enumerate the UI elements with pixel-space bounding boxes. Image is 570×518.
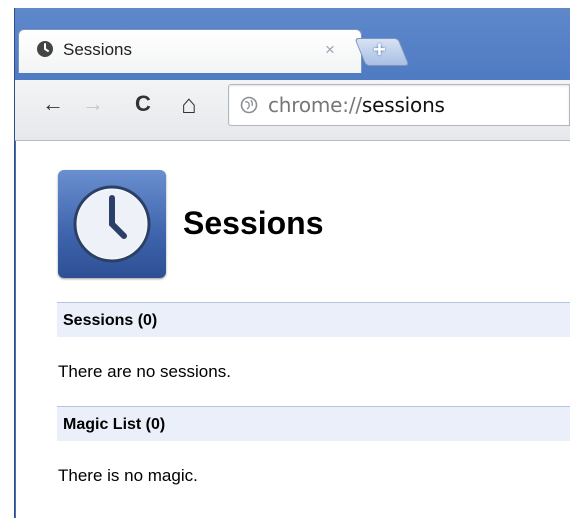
magic-empty-message: There is no magic. [58,466,198,485]
reload-icon[interactable]: C [130,91,156,117]
home-icon[interactable]: ⌂ [176,91,202,117]
section-header-sessions: Sessions (0) [57,302,570,337]
globe-icon [240,96,258,114]
back-icon[interactable]: ← [40,91,66,117]
forward-icon[interactable]: → [80,91,106,117]
clock-icon [73,185,151,263]
tab-close-icon[interactable]: × [325,40,335,60]
page-title: Sessions [183,205,324,241]
section-title: Sessions (0) [63,312,158,329]
sessions-empty-message: There are no sessions. [58,362,231,381]
url-path: sessions [361,93,445,117]
sessions-page-icon [58,170,166,278]
plus-icon[interactable]: + [373,37,386,63]
section-header-magic-list: Magic List (0) [57,406,570,441]
url-scheme: chrome:// [268,93,362,117]
address-text[interactable]: chrome://sessions [268,93,445,117]
clock-icon [37,41,53,57]
section-title: Magic List (0) [63,416,166,433]
tab-title: Sessions [63,40,132,59]
